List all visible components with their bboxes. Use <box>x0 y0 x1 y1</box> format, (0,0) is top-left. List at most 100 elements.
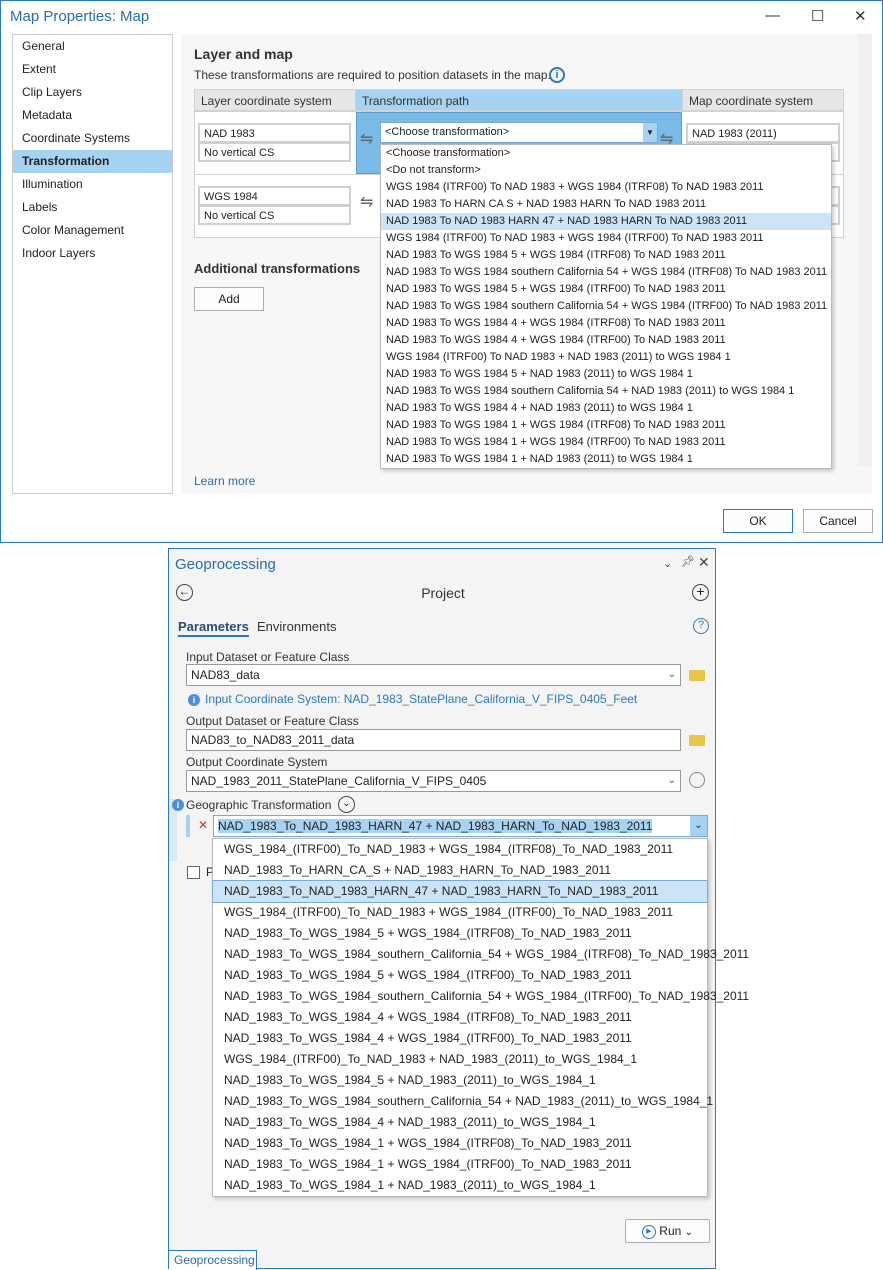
dropdown-option[interactable]: NAD_1983_To_WGS_1984_1 + WGS_1984_(ITRF0… <box>213 1154 707 1175</box>
column-header-map-cs: Map coordinate system <box>682 89 844 111</box>
dropdown-option[interactable]: NAD 1983 To WGS 1984 4 + WGS 1984 (ITRF0… <box>381 332 831 349</box>
dropdown-option[interactable]: NAD_1983_To_WGS_1984_4 + NAD_1983_(2011)… <box>213 1112 707 1133</box>
dropdown-option[interactable]: NAD 1983 To WGS 1984 4 + NAD 1983 (2011)… <box>381 400 831 417</box>
run-button[interactable]: ▶ Run ⌄ <box>625 1219 710 1243</box>
dropdown-option[interactable]: NAD_1983_To_WGS_1984_southern_California… <box>213 986 749 1007</box>
dropdown-option[interactable]: NAD_1983_To_WGS_1984_5 + WGS_1984_(ITRF0… <box>213 923 707 944</box>
map-cs-field: NAD 1983 (2011) <box>686 123 840 143</box>
add-button[interactable]: Add <box>194 287 264 311</box>
cancel-button[interactable]: Cancel <box>803 509 873 533</box>
dropdown-option[interactable]: NAD 1983 To WGS 1984 5 + NAD 1983 (2011)… <box>381 366 831 383</box>
dropdown-option[interactable]: WGS_1984_(ITRF00)_To_NAD_1983 + WGS_1984… <box>213 902 707 923</box>
sidebar: General Extent Clip Layers Metadata Coordina… <box>12 34 173 494</box>
dropdown-option[interactable]: NAD 1983 To WGS 1984 1 + WGS 1984 (ITRF0… <box>381 434 831 451</box>
dropdown-option[interactable]: NAD 1983 To HARN CA S + NAD 1983 HARN To… <box>381 196 831 213</box>
info-icon[interactable]: i <box>549 67 565 83</box>
close-button[interactable]: ✕ <box>854 7 867 25</box>
sidebar-item-color-management[interactable]: Color Management <box>13 219 172 242</box>
dropdown-option[interactable]: NAD_1983_To_WGS_1984_4 + WGS_1984_(ITRF0… <box>213 1028 707 1049</box>
dropdown-option[interactable]: NAD_1983_To_WGS_1984_4 + WGS_1984_(ITRF0… <box>213 1007 707 1028</box>
geoprocessing-pane: Geoprocessing ⌄ 📌︎ ✕ ← Project + Paramet… <box>168 548 749 1270</box>
map-properties-window: Map Properties: Map — ☐ ✕ General Extent C… <box>0 0 883 543</box>
dropdown-option[interactable]: NAD_1983_To_WGS_1984_5 + WGS_1984_(ITRF0… <box>213 965 707 986</box>
checkbox[interactable] <box>187 866 200 879</box>
layer-vcs-field: No vertical CS <box>198 205 351 225</box>
tab-environments[interactable]: Environments <box>257 619 336 634</box>
sidebar-item-general[interactable]: General <box>13 35 172 58</box>
dropdown-option[interactable]: <Choose transformation> <box>381 145 831 162</box>
sidebar-item-metadata[interactable]: Metadata <box>13 104 172 127</box>
sidebar-item-transformation[interactable]: Transformation <box>13 150 172 173</box>
input-cs-info: Input Coordinate System: NAD_1983_StateP… <box>205 692 638 706</box>
add-icon[interactable]: + <box>692 584 709 601</box>
options-chevron-icon[interactable]: ⌄ <box>663 557 672 570</box>
dropdown-option[interactable]: NAD_1983_To_WGS_1984_1 + WGS_1984_(ITRF0… <box>213 1133 707 1154</box>
gt-value: NAD_1983_To_NAD_1983_HARN_47 + NAD_1983_… <box>218 819 653 833</box>
dropdown-option[interactable]: WGS_1984_(ITRF00)_To_NAD_1983 + WGS_1984… <box>213 839 707 860</box>
sidebar-item-illumination[interactable]: Illumination <box>13 173 172 196</box>
globe-icon[interactable] <box>689 772 705 788</box>
minimize-button[interactable]: — <box>765 7 780 24</box>
dropdown-option[interactable]: NAD 1983 To NAD 1983 HARN 47 + NAD 1983 … <box>381 213 831 230</box>
play-icon: ▶ <box>641 1224 656 1239</box>
input-value: NAD83_data <box>191 668 260 682</box>
layer-cs-field: WGS 1984 <box>198 186 351 206</box>
help-icon[interactable]: ? <box>693 618 709 634</box>
dropdown-option[interactable]: NAD 1983 To WGS 1984 southern California… <box>381 264 831 281</box>
sidebar-item-coordinate-systems[interactable]: Coordinate Systems <box>13 127 172 150</box>
combo-value: <Choose transformation> <box>385 126 510 138</box>
dropdown-option[interactable]: NAD 1983 To WGS 1984 1 + NAD 1983 (2011)… <box>381 451 831 468</box>
output-dataset-field[interactable]: NAD83_to_NAD83_2011_data <box>186 729 681 751</box>
dropdown-option[interactable]: NAD 1983 To WGS 1984 5 + WGS 1984 (ITRF0… <box>381 247 831 264</box>
dropdown-option[interactable]: NAD_1983_To_WGS_1984_1 + NAD_1983_(2011)… <box>213 1175 707 1196</box>
sidebar-item-clip-layers[interactable]: Clip Layers <box>13 81 172 104</box>
gt-label: Geographic Transformation <box>186 798 332 812</box>
dropdown-option[interactable]: NAD 1983 To WGS 1984 southern California… <box>381 298 831 315</box>
scrollbar[interactable] <box>858 34 872 466</box>
dropdown-option[interactable]: NAD_1983_To_HARN_CA_S + NAD_1983_HARN_To… <box>213 860 707 881</box>
dropdown-option[interactable]: WGS 1984 (ITRF00) To NAD 1983 + NAD 1983… <box>381 349 831 366</box>
dropdown-option[interactable]: <Do not transform> <box>381 162 831 179</box>
chevron-down-icon[interactable]: ⌄ <box>685 1227 693 1238</box>
geographic-transformation-combo[interactable]: NAD_1983_To_NAD_1983_HARN_47 + NAD_1983_… <box>213 815 708 837</box>
close-icon[interactable]: ✕ <box>698 554 710 571</box>
chevron-down-icon[interactable]: ⌄ <box>668 665 676 685</box>
swap-arrows-icon: ⇋ <box>360 194 374 211</box>
dropdown-option[interactable]: WGS_1984_(ITRF00)_To_NAD_1983 + NAD_1983… <box>213 1049 707 1070</box>
dropdown-option[interactable]: NAD 1983 To WGS 1984 1 + WGS 1984 (ITRF0… <box>381 417 831 434</box>
pin-icon[interactable]: 📌︎ <box>681 555 695 568</box>
additional-title: Additional transformations <box>194 261 361 276</box>
window-title: Map Properties: Map <box>10 8 150 25</box>
expand-chevron-icon[interactable]: ⌄ <box>338 796 355 813</box>
chevron-down-icon[interactable]: ▼ <box>643 123 657 142</box>
description: These transformations are required to po… <box>194 68 551 82</box>
sidebar-item-labels[interactable]: Labels <box>13 196 172 219</box>
column-header-transformation-path: Transformation path <box>355 89 683 111</box>
folder-icon[interactable] <box>689 670 705 681</box>
chevron-down-icon[interactable]: ⌄ <box>690 816 707 836</box>
dropdown-option[interactable]: NAD 1983 To WGS 1984 southern California… <box>381 383 831 400</box>
chevron-down-icon[interactable]: ⌄ <box>668 771 676 791</box>
dropdown-option[interactable]: NAD 1983 To WGS 1984 4 + WGS 1984 (ITRF0… <box>381 315 831 332</box>
tool-name: Project <box>421 585 465 601</box>
dropdown-option[interactable]: NAD_1983_To_NAD_1983_HARN_47 + NAD_1983_… <box>212 880 708 903</box>
dropdown-option[interactable]: NAD 1983 To WGS 1984 5 + WGS 1984 (ITRF0… <box>381 281 831 298</box>
error-x-icon: ✕ <box>198 818 209 832</box>
learn-more-link[interactable]: Learn more <box>194 474 255 488</box>
folder-icon[interactable] <box>689 735 705 746</box>
input-dataset-field[interactable]: NAD83_data ⌄ <box>186 664 681 686</box>
bottom-tab-geoprocessing[interactable]: Geoprocessing <box>169 1250 257 1270</box>
dropdown-option[interactable]: NAD_1983_To_WGS_1984_5 + NAD_1983_(2011)… <box>213 1070 707 1091</box>
tab-parameters[interactable]: Parameters <box>178 619 249 637</box>
dropdown-option[interactable]: WGS 1984 (ITRF00) To NAD 1983 + WGS 1984… <box>381 179 831 196</box>
dropdown-option[interactable]: NAD_1983_To_WGS_1984_southern_California… <box>213 1091 713 1112</box>
sidebar-item-extent[interactable]: Extent <box>13 58 172 81</box>
sidebar-item-indoor-layers[interactable]: Indoor Layers <box>13 242 172 265</box>
output-cs-field[interactable]: NAD_1983_2011_StatePlane_California_V_FI… <box>186 770 681 792</box>
dropdown-option[interactable]: NAD_1983_To_WGS_1984_southern_California… <box>213 944 749 965</box>
maximize-button[interactable]: ☐ <box>811 7 824 25</box>
ok-button[interactable]: OK <box>723 509 793 533</box>
dropdown-option[interactable]: WGS 1984 (ITRF00) To NAD 1983 + WGS 1984… <box>381 230 831 247</box>
transformation-combo[interactable]: <Choose transformation> ▼ <box>380 122 658 143</box>
section-title: Layer and map <box>194 46 293 62</box>
